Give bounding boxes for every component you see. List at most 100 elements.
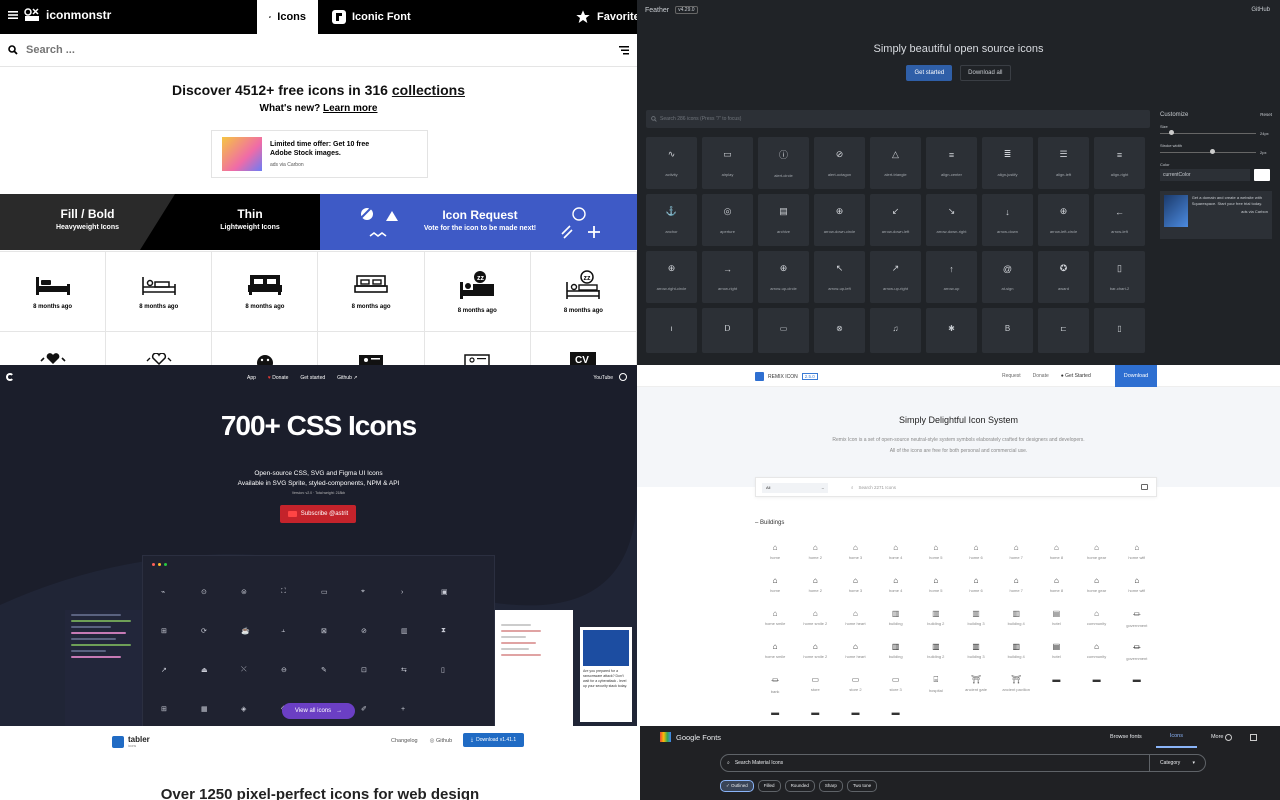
icon-card[interactable]: ⌸ hospital (916, 675, 956, 697)
icon-card[interactable]: CV (531, 332, 637, 365)
arrow-up-right-icon[interactable]: ↗ (161, 664, 201, 676)
icon-card[interactable]: ▥ building 4 (996, 642, 1036, 664)
chip-rounded[interactable]: Rounded (784, 780, 815, 792)
gear-icon[interactable] (1225, 734, 1232, 741)
github-link[interactable]: GitHub (1251, 7, 1270, 13)
arrow-circle-up-icon[interactable]: ⊙ (201, 586, 241, 598)
icon-card[interactable]: △ alert-triangle (870, 137, 921, 189)
icon-card[interactable]: ▥ building 3 (956, 642, 996, 664)
icon-card[interactable]: ≣ align-justify (982, 137, 1033, 189)
icon-card[interactable]: ⌂ community (1077, 609, 1117, 631)
pen-alt-icon[interactable]: ✐ (361, 703, 401, 715)
icon-card[interactable]: ⊏ (1038, 308, 1089, 353)
icon-card[interactable]: ▯ bar-chart-2 (1094, 251, 1145, 303)
color-swatch[interactable] (1254, 169, 1270, 181)
google-fonts-logo[interactable]: Google Fonts (660, 732, 721, 742)
learn-more-link[interactable]: Learn more (323, 103, 377, 114)
category-select[interactable]: All – (762, 483, 828, 493)
tab-icons[interactable]: Icons (257, 0, 318, 34)
icon-card[interactable]: ▭ store (795, 675, 835, 697)
icon-card[interactable] (212, 332, 319, 365)
icon-card[interactable]: B (982, 308, 1033, 353)
icon-card[interactable]: ⌂ home 7 (996, 576, 1036, 598)
iconmonstr-logo[interactable]: iconmonstr (8, 8, 111, 22)
icon-card[interactable]: ⚓ anchor (646, 194, 697, 246)
code-slash-icon[interactable]: ⌁ (161, 586, 201, 598)
check-circle-icon[interactable]: ⊘ (361, 625, 401, 637)
category-heading[interactable]: – Buildings (755, 520, 784, 526)
theme-toggle-icon[interactable] (619, 373, 627, 381)
icon-search-input[interactable]: Search 286 icons (Press "/" to focus) (646, 110, 1150, 128)
nav-donate[interactable]: ♥ Donate (268, 375, 288, 381)
feather-brand[interactable]: Feather (645, 7, 669, 14)
stroke-slider[interactable] (1160, 149, 1256, 154)
carbon-ad[interactable]: Limited time offer: Get 10 free Adobe St… (211, 130, 428, 178)
cup-icon[interactable]: ☕ (241, 625, 281, 637)
icon-request-link[interactable]: Icon Request Vote for the icon to be mad… (320, 194, 637, 250)
icon-card[interactable]: ◎ aperture (702, 194, 753, 246)
icon-card[interactable]: ▭ store 2 (835, 675, 875, 697)
icon-card[interactable]: ⌂ home 8 (1036, 543, 1076, 565)
icon-card[interactable]: → arrow-right (702, 251, 753, 303)
close-box-icon[interactable]: ⊠ (321, 625, 361, 637)
folder-icon[interactable] (1141, 484, 1148, 490)
bookmark-icon[interactable]: ⊞ (161, 703, 201, 715)
chip-two-tone[interactable]: Two tone (846, 780, 878, 792)
icon-card[interactable]: ▭ (758, 308, 809, 353)
icon-card[interactable]: ⌂ home (755, 576, 795, 598)
image-icon[interactable]: ▣ (441, 586, 481, 598)
icon-card[interactable]: ⌂ home 6 (956, 543, 996, 565)
collections-link[interactable]: collections (392, 82, 465, 98)
color-input[interactable]: currentColor (1160, 169, 1250, 181)
download-button[interactable]: ⤓ Download v1.41.1 (463, 733, 524, 747)
icon-card[interactable]: ▤ hotel (1036, 642, 1076, 664)
filter-icon[interactable] (619, 45, 629, 55)
tabler-logo[interactable]: tabler icons (112, 735, 150, 748)
icon-card[interactable]: ⌂ home gear (1077, 576, 1117, 598)
export-box-icon[interactable]: ⊡ (361, 664, 401, 676)
pin-icon[interactable]: ⌖ (361, 586, 401, 598)
reset-button[interactable]: Reset (1260, 112, 1272, 118)
icon-card[interactable]: zz 8 months ago (424, 252, 531, 332)
favorites-link[interactable]: Favorites (563, 0, 637, 34)
icon-card[interactable]: ⊕ arrow-up-circle (758, 251, 809, 303)
icon-card[interactable]: zz 8 months ago (530, 252, 637, 332)
calendar-icon[interactable]: ▦ (201, 703, 241, 715)
icon-card[interactable]: ≡ align-right (1094, 137, 1145, 189)
film-icon[interactable]: ▥ (401, 625, 441, 637)
icon-card[interactable]: ▥ building 2 (916, 642, 956, 664)
icon-card[interactable]: ▤ archive (758, 194, 809, 246)
icon-card[interactable]: ▤ hotel (1036, 609, 1076, 631)
icon-card[interactable]: ⏛ bank (755, 675, 795, 697)
menu-icon[interactable] (8, 10, 18, 20)
icon-card[interactable]: ⌂ home wifi (1117, 576, 1157, 598)
icon-card[interactable]: ▬ (1117, 675, 1157, 684)
icon-card[interactable]: ⌂ home smile 2 (795, 642, 835, 664)
icon-card[interactable]: ⌂ home 3 (835, 543, 875, 565)
icon-card[interactable]: ⏛ government (1117, 642, 1157, 664)
icon-card[interactable]: ⊘ alert-octagon (814, 137, 865, 189)
icon-card[interactable]: ⌂ home wifi (1117, 543, 1157, 565)
icon-card[interactable]: ⌂ home smile (755, 609, 795, 631)
youtube-link[interactable]: YouTube (593, 375, 613, 381)
view-all-icons-button[interactable]: View all icons → (282, 703, 355, 719)
hourglass-icon[interactable]: ⧗ (441, 625, 481, 637)
icon-card[interactable]: ⌂ community (1077, 642, 1117, 664)
icon-card[interactable]: ⓘ alert-circle (758, 137, 809, 189)
icon-card[interactable]: ✪ award (1038, 251, 1089, 303)
icon-card[interactable]: ⌂ home 6 (956, 576, 996, 598)
icon-card[interactable] (0, 332, 107, 365)
subscribe-button[interactable]: Subscribe @astrit (280, 505, 356, 523)
sync-icon[interactable]: ⟳ (201, 625, 241, 637)
nav-get-started[interactable]: Get started (300, 375, 325, 381)
collapse-icon[interactable]: ⤬ (241, 664, 281, 676)
icon-card[interactable]: ⌂ home 4 (876, 543, 916, 565)
size-slider[interactable] (1160, 130, 1256, 135)
icon-card[interactable]: 8 months ago (106, 252, 213, 332)
expand-icon[interactable]: ⛶ (281, 586, 321, 598)
remix-search-input[interactable]: ⌕ Search 2271 Icons (851, 485, 896, 490)
icon-card[interactable]: ⌂ home 5 (916, 543, 956, 565)
get-started-button[interactable]: Get started (906, 65, 953, 81)
carbon-ad[interactable]: Get a domain and create a website with S… (1160, 191, 1272, 239)
file-icon[interactable]: ▯ (441, 664, 481, 676)
